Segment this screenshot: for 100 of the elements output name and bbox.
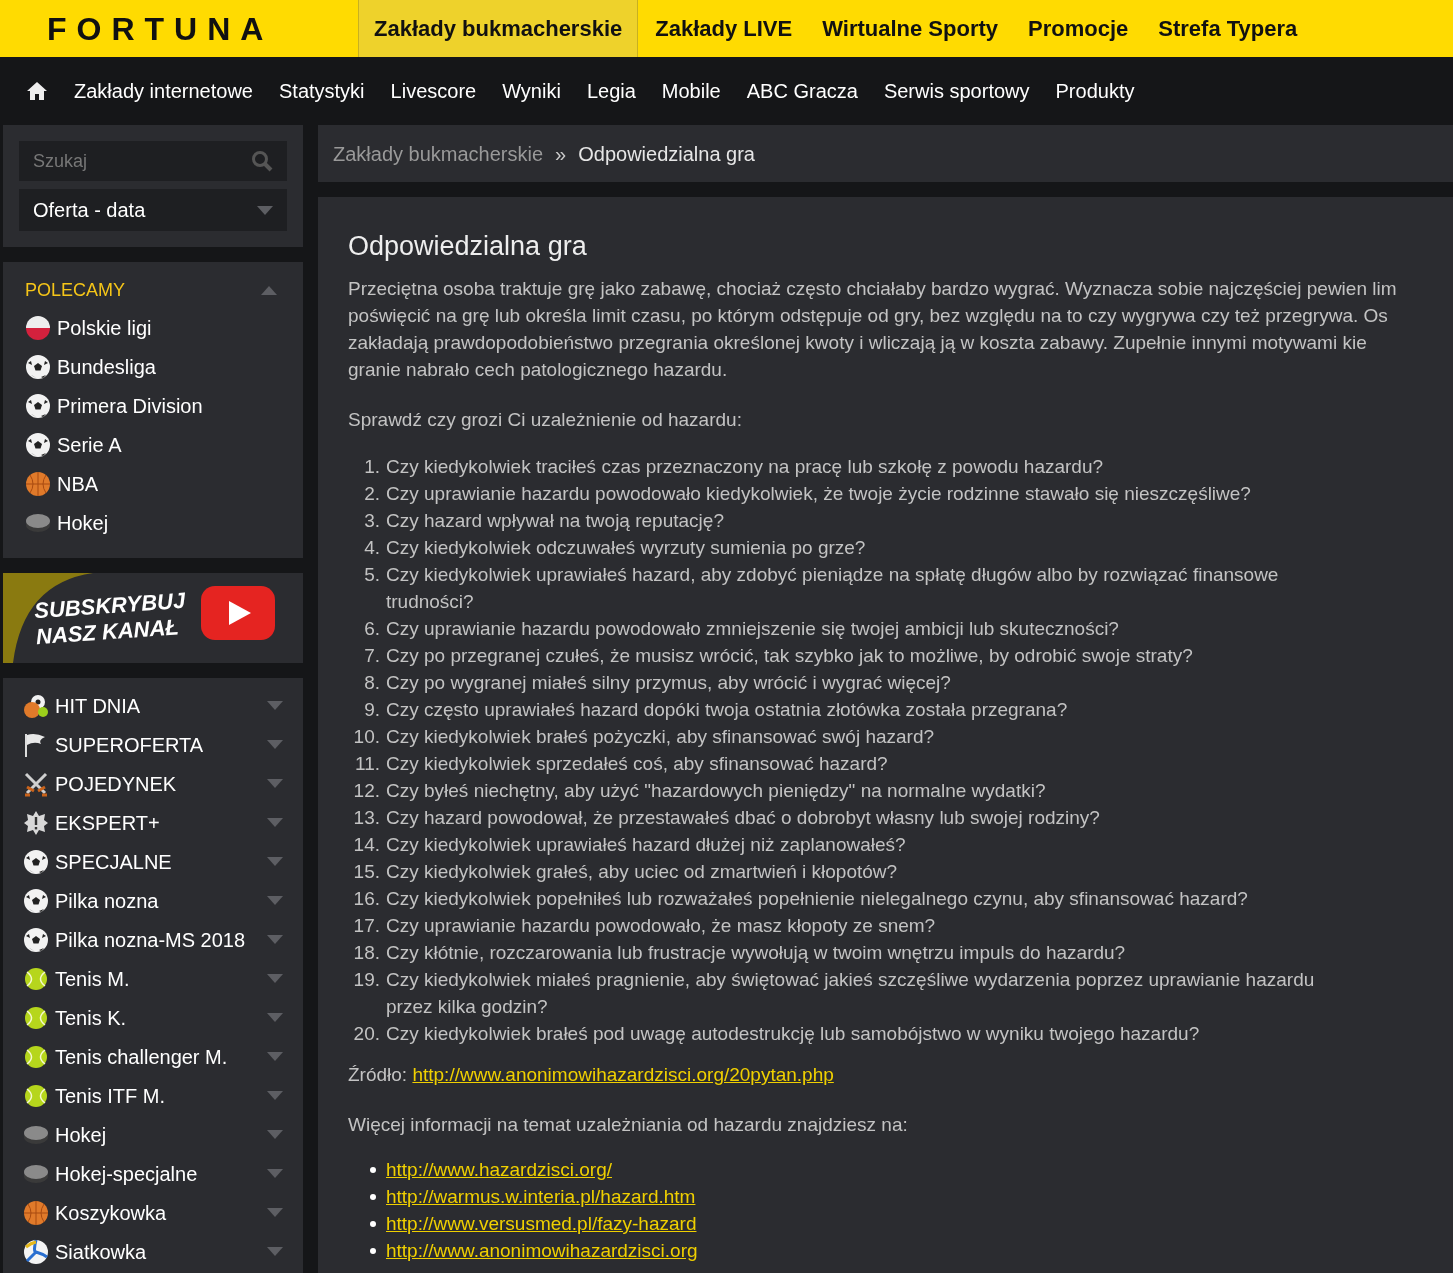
list-number: 13.: [352, 806, 380, 830]
featured-header[interactable]: POLECAMY: [25, 276, 281, 304]
question-intro: Sprawdź czy grozi Ci uzależnienie od hazardu:: [348, 408, 743, 432]
soccer-ball-icon: [25, 353, 51, 380]
list-number: 11.: [354, 752, 380, 776]
caret-icon[interactable]: [267, 1091, 283, 1100]
volleyball-icon: [23, 1238, 49, 1265]
breadcrumb-separator: »: [555, 141, 567, 167]
search-field[interactable]: Szukaj: [19, 141, 287, 181]
list-number: 12.: [352, 779, 380, 803]
sidebar-item[interactable]: Polskie ligi: [25, 308, 281, 347]
question-text: Czy byłeś niechętny, aby użyć "hazardowych pieniędzy" na normalne wydatki?: [386, 779, 1046, 803]
sidebar-item[interactable]: Hokej: [3, 1115, 303, 1154]
nav-tab[interactable]: Zakłady bukmacherskie: [358, 0, 639, 57]
question-text: Czy uprawianie hazardu powodowało zmniejszenie się twojej ambicji lub skuteczności?: [386, 617, 1119, 641]
list-number: 14.: [352, 833, 380, 857]
alert-badge-icon: [23, 809, 49, 836]
resource-link[interactable]: http://www.versusmed.pl/fazy-hazard: [386, 1210, 697, 1237]
sidebar-item[interactable]: Bundesliga: [25, 347, 281, 386]
sidebar-item[interactable]: Siatkowka: [3, 1232, 303, 1271]
list-number: 2.: [363, 482, 380, 506]
caret-icon[interactable]: [257, 205, 273, 215]
sidebar-item[interactable]: Hokej-specjalne: [3, 1154, 303, 1193]
search-icon[interactable]: [251, 150, 273, 172]
caret-icon[interactable]: [267, 1130, 283, 1139]
bullet-icon: [370, 1247, 376, 1254]
resource-link[interactable]: http://www.anonimowihazardzisci.org: [386, 1237, 698, 1264]
caret-icon[interactable]: [267, 974, 283, 983]
caret-icon[interactable]: [267, 701, 283, 710]
sidebar-item[interactable]: Tenis challenger M.: [3, 1037, 303, 1076]
nav-link[interactable]: Mobile: [648, 76, 734, 106]
subscribe-banner[interactable]: SUBSKRYBUJ NASZ KANAŁ: [3, 573, 303, 663]
sidebar-item[interactable]: NBA: [25, 464, 281, 503]
sidebar-item[interactable]: Pilka nozna: [3, 881, 303, 920]
breadcrumb-link[interactable]: Zakłady bukmacherskie: [333, 138, 544, 169]
caret-icon[interactable]: [261, 285, 277, 295]
list-number: 1.: [363, 455, 380, 479]
nav-link[interactable]: Zakłady internetowe: [61, 76, 266, 106]
tennis-ball-icon: [23, 1043, 49, 1070]
question-text: Czy po wygranej miałeś silny przymus, aby wrócić i wygrać więcej?: [386, 671, 951, 695]
sidebar-item[interactable]: Primera Division: [25, 386, 281, 425]
question-text: Czy kiedykolwiek grałeś, aby uciec od zmartwień i kłopotów?: [386, 860, 898, 884]
sidebar-item[interactable]: Hokej: [25, 503, 281, 542]
sidebar-item[interactable]: Tenis ITF M.: [3, 1076, 303, 1115]
caret-icon[interactable]: [267, 896, 283, 905]
nav-link[interactable]: Livescore: [377, 76, 490, 106]
question-text: Czy kiedykolwiek miałeś pragnienie, aby świętować jakieś szczęśliwe wydarzenia poprzez uprawianie hazardu przez kilka godzin?: [386, 968, 1316, 1019]
question-text: Czy po przegranej czułeś, że musisz wrócić, tak szybko jak to możliwe, by odrobić swoje straty?: [386, 644, 1193, 668]
nav-link[interactable]: Serwis sportowy: [870, 76, 1043, 106]
sidebar-item[interactable]: POJEDYNEK: [3, 764, 303, 803]
sidebar-item[interactable]: EKSPERT+: [3, 803, 303, 842]
question-text: Czy kiedykolwiek odczuwałeś wyrzuty sumienia po grze?: [386, 536, 866, 560]
sidebar-item[interactable]: Serie A: [25, 425, 281, 464]
nav-link[interactable]: Legia: [573, 76, 649, 106]
soccer-ball-icon: [23, 926, 49, 953]
sidebar-item[interactable]: Tenis M.: [3, 959, 303, 998]
question-text: Czy kiedykolwiek sprzedałeś coś, aby sfinansować hazard?: [386, 752, 888, 776]
question-text: Czy kiedykolwiek uprawiałeś hazard dłużej niż zaplanowałeś?: [386, 833, 906, 857]
caret-icon[interactable]: [267, 818, 283, 827]
sidebar-item[interactable]: Koszykowka: [3, 1193, 303, 1232]
resource-link[interactable]: http://warmus.w.interia.pl/hazard.htm: [386, 1183, 696, 1210]
nav-tab[interactable]: Strefa Typera: [1143, 0, 1313, 57]
caret-icon[interactable]: [267, 857, 283, 866]
paragraph-line: poświęcić na grę lub określa limit czasu, po którym odstępuje od gry, bez względu na to czy wygrywa czy też przegrywa. Os: [348, 304, 1389, 328]
nav-link[interactable]: ABC Gracza: [733, 76, 871, 106]
question-text: Czy hazard powodował, że przestawałeś dbać o dobrobyt własny lub swojej rodziny?: [386, 806, 1100, 830]
nav-tab[interactable]: Zakłady LIVE: [640, 0, 808, 57]
list-number: 10.: [352, 725, 380, 749]
caret-icon[interactable]: [267, 1247, 283, 1256]
nav-link[interactable]: Wyniki: [489, 76, 574, 106]
soccer-ball-icon: [23, 887, 49, 914]
question-text: Czy kiedykolwiek traciłeś czas przeznaczony na pracę lub szkołę z powodu hazardu?: [386, 455, 1104, 479]
sidebar-item[interactable]: Pilka nozna-MS 2018: [3, 920, 303, 959]
caret-icon[interactable]: [267, 779, 283, 788]
list-number: 15.: [352, 860, 380, 884]
nav-link[interactable]: Statystyki: [266, 76, 378, 106]
sidebar-item[interactable]: HIT DNIA: [3, 686, 303, 725]
soccer-ball-icon: [23, 848, 49, 875]
play-button-icon[interactable]: [201, 586, 275, 640]
nav-link[interactable]: Produkty: [1042, 76, 1148, 106]
soccer-ball-icon: [25, 392, 51, 419]
sidebar-item[interactable]: SPECJALNE: [3, 842, 303, 881]
caret-icon[interactable]: [267, 1013, 283, 1022]
nav-tab[interactable]: Wirtualne Sporty: [807, 0, 1014, 57]
caret-icon[interactable]: [267, 1169, 283, 1178]
nav-tab[interactable]: Promocje: [1013, 0, 1144, 57]
caret-icon[interactable]: [267, 935, 283, 944]
logo[interactable]: FORTUNA: [3, 4, 358, 53]
question-text: Czy często uprawiałeś hazard dopóki twoja ostatnia złotówka została przegrana?: [386, 698, 1068, 722]
caret-icon[interactable]: [267, 740, 283, 749]
sidebar-item[interactable]: Tenis K.: [3, 998, 303, 1037]
home-icon[interactable]: [26, 81, 48, 101]
caret-icon[interactable]: [267, 1052, 283, 1061]
date-select[interactable]: Oferta - data: [19, 189, 287, 231]
source-link[interactable]: http://www.anonimowihazardzisci.org/20pytan.php: [412, 1064, 834, 1085]
sidebar-item[interactable]: SUPEROFERTA: [3, 725, 303, 764]
caret-icon[interactable]: [267, 1208, 283, 1217]
resource-link[interactable]: http://www.hazardzisci.org/: [386, 1156, 612, 1183]
question-text: Czy kiedykolwiek brałeś pożyczki, aby sfinansować swój hazard?: [386, 725, 935, 749]
flag-icon: [25, 314, 51, 341]
